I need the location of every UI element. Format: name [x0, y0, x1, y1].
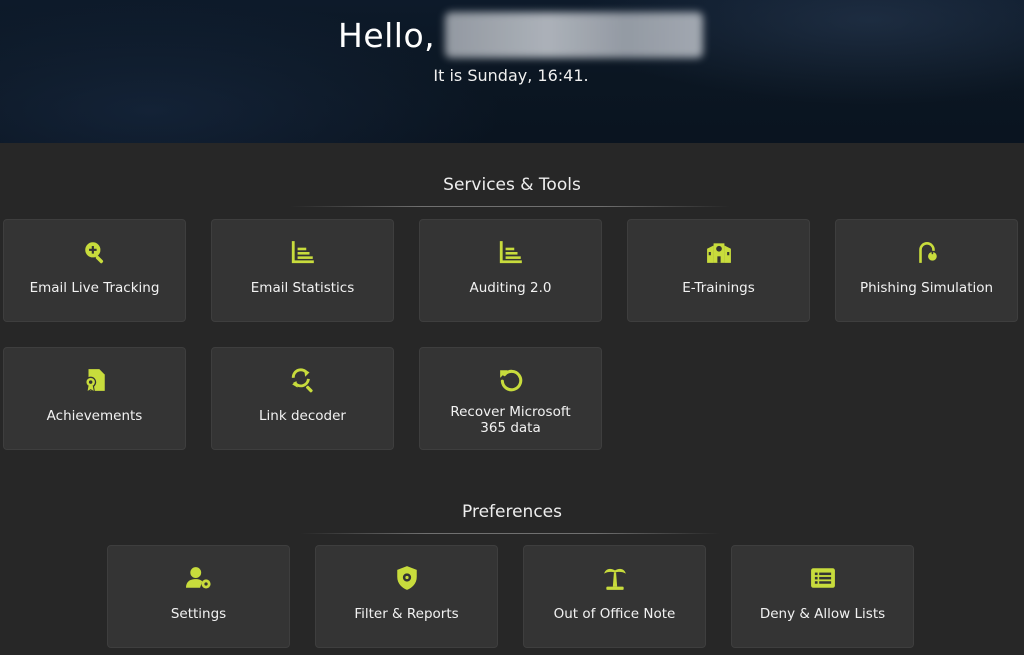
greeting-text: Hello,: [338, 15, 436, 55]
tile-label: Email Live Tracking: [29, 280, 160, 296]
zoom-plus-icon: [81, 238, 109, 266]
tile-link-decoder[interactable]: Link decoder: [211, 347, 394, 450]
tile-label: Achievements: [46, 408, 143, 424]
palm-tree-icon: [601, 564, 629, 592]
current-time-text: It is Sunday, 16:41.: [433, 66, 589, 85]
search-refresh-icon: [289, 366, 317, 394]
greeting: Hello,: [338, 12, 704, 58]
tile-label: Settings: [170, 606, 227, 622]
list-chart-icon: [497, 238, 525, 266]
tile-label: Recover Microsoft 365 data: [450, 404, 571, 436]
tile-label: Email Statistics: [250, 280, 355, 296]
tile-deny-allow-lists[interactable]: Deny & Allow Lists: [731, 545, 914, 648]
tile-email-live-tracking[interactable]: Email Live Tracking: [3, 219, 186, 322]
tile-label: Filter & Reports: [354, 606, 459, 622]
tile-e-trainings[interactable]: E-Trainings: [627, 219, 810, 322]
tile-recover-microsoft-365[interactable]: Recover Microsoft 365 data: [419, 347, 602, 450]
shield-gear-icon: [393, 564, 421, 592]
tile-label: E-Trainings: [682, 280, 755, 296]
tile-auditing[interactable]: Auditing 2.0: [419, 219, 602, 322]
list-box-icon: [809, 564, 837, 592]
tile-label: Link decoder: [259, 408, 346, 424]
tile-label: Phishing Simulation: [859, 280, 994, 296]
header-banner: Hello, It is Sunday, 16:41.: [0, 0, 1024, 143]
tile-settings[interactable]: Settings: [107, 545, 290, 648]
services-section-title: Services & Tools: [443, 175, 581, 195]
certificate-icon: [81, 366, 109, 394]
restore-icon: [497, 366, 525, 394]
tile-label: Out of Office Note: [553, 606, 676, 622]
list-chart-icon: [289, 238, 317, 266]
tile-achievements[interactable]: Achievements: [3, 347, 186, 450]
hook-icon: [913, 238, 941, 266]
tile-filter-reports[interactable]: Filter & Reports: [315, 545, 498, 648]
preferences-divider: [300, 533, 720, 534]
tile-label: Auditing 2.0: [469, 280, 552, 296]
tile-label: Deny & Allow Lists: [759, 606, 886, 622]
services-divider: [290, 206, 730, 207]
tile-out-of-office-note[interactable]: Out of Office Note: [523, 545, 706, 648]
user-gear-icon: [185, 564, 213, 592]
preferences-section-title: Preferences: [462, 502, 562, 522]
school-icon: [705, 238, 733, 266]
user-name-redacted: [445, 12, 704, 58]
tile-phishing-simulation[interactable]: Phishing Simulation: [835, 219, 1018, 322]
tile-email-statistics[interactable]: Email Statistics: [211, 219, 394, 322]
